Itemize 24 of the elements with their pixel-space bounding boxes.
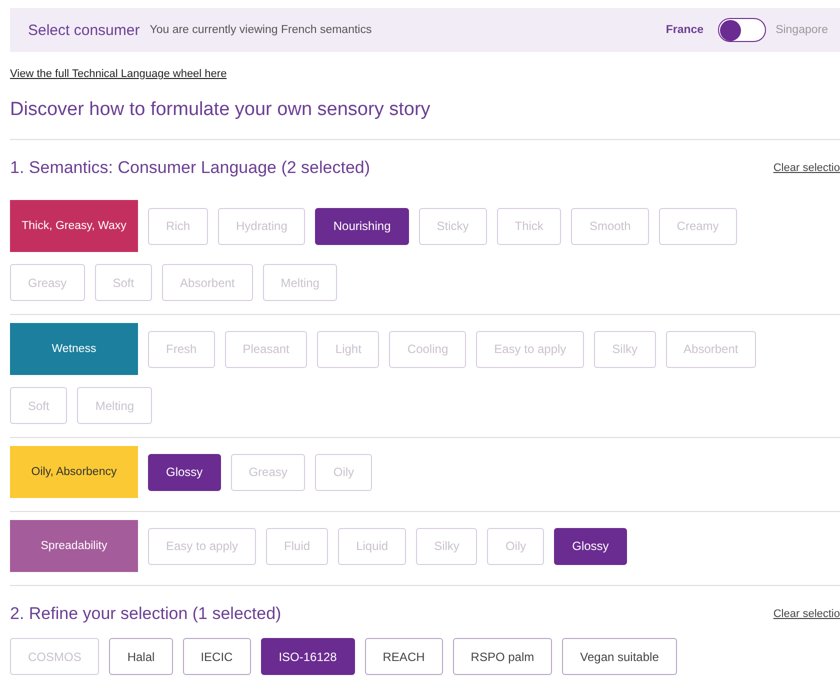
option-chip[interactable]: REACH: [364, 638, 443, 675]
page-heading: Discover how to formulate your own sensory story: [10, 99, 432, 121]
category-label: Thick, Greasy, Waxy: [10, 200, 138, 252]
toggle-switch[interactable]: [718, 18, 766, 42]
wheel-link[interactable]: View the full Technical Language wheel here: [10, 68, 227, 80]
bar-title: Select consumer: [28, 22, 140, 38]
option-chip[interactable]: IECIC: [182, 638, 251, 675]
option-chip[interactable]: Halal: [109, 638, 173, 675]
option-chip[interactable]: ISO-16128: [260, 638, 355, 675]
consumer-option[interactable]: Singapore: [776, 24, 828, 36]
option-chip[interactable]: RSPO palm: [452, 638, 552, 675]
option-chip[interactable]: Vegan suitable: [562, 638, 677, 675]
bar-subtitle: You are currently viewing French semantics: [150, 24, 372, 36]
category-label: Wetness: [10, 323, 138, 375]
section-title: 1. Semantics: Consumer Language (2 selected): [10, 158, 370, 178]
category-label: Oily, Absorbency: [10, 446, 138, 498]
option-chip[interactable]: Glossy: [554, 528, 627, 564]
option-chip[interactable]: Nourishing: [315, 208, 409, 244]
clear-selection-link[interactable]: Clear selectio: [773, 608, 840, 620]
section-title: 2. Refine your selection (1 selected): [10, 604, 282, 624]
category-label: Spreadability: [10, 520, 138, 572]
clear-selection-link[interactable]: Clear selectio: [773, 162, 840, 174]
option-chip[interactable]: Glossy: [148, 454, 221, 490]
consumer-option[interactable]: France: [666, 24, 704, 36]
